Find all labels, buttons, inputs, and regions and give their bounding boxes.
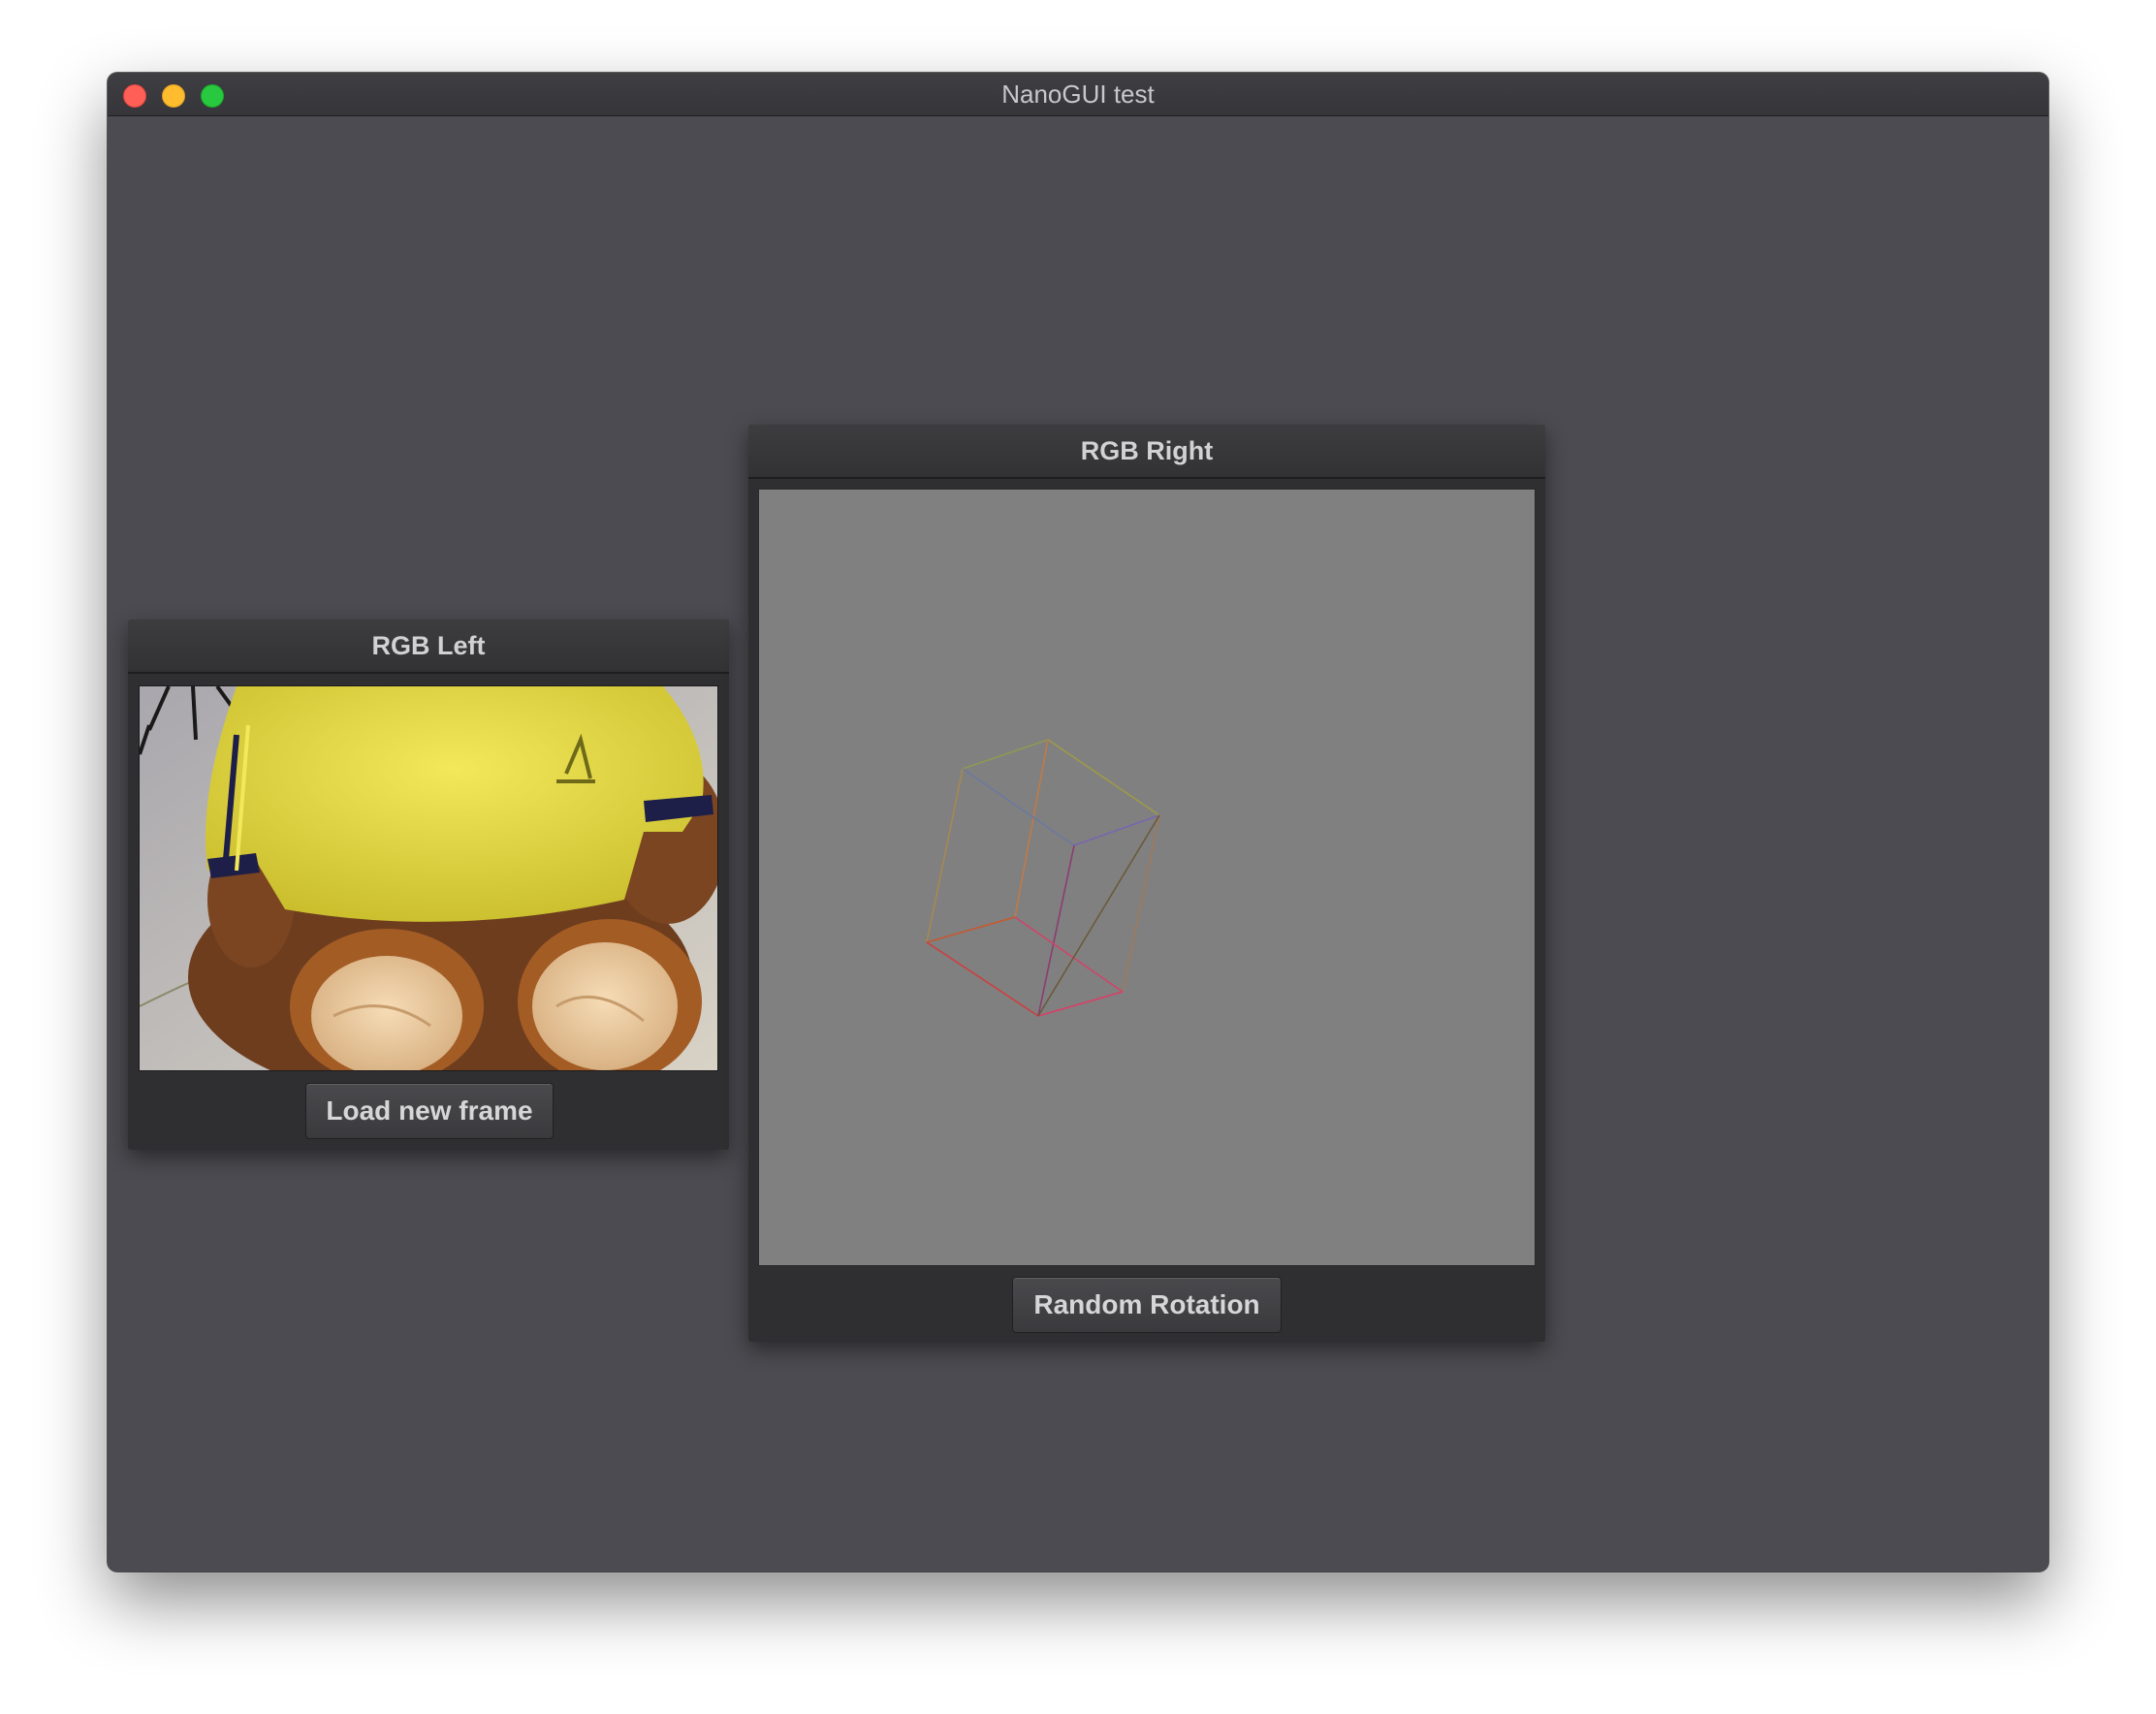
rgb-left-panel[interactable]: RGB Left Load new frame	[128, 619, 729, 1150]
title-bar[interactable]: NanoGUI test	[108, 73, 2048, 116]
rgb-left-panel-header[interactable]: RGB Left	[128, 619, 729, 674]
teddy-bear-photo	[140, 686, 717, 1070]
app-window: NanoGUI test RGB Left Load new frame RGB…	[108, 73, 2048, 1571]
rgb-right-panel[interactable]: RGB Right Random Rotation	[748, 425, 1545, 1342]
screen: NanoGUI test RGB Left Load new frame RGB…	[0, 0, 2156, 1714]
window-content: RGB Left Load new frame RGB Right Random…	[108, 116, 2048, 1571]
load-new-frame-button[interactable]: Load new frame	[305, 1083, 554, 1139]
gl-canvas[interactable]	[758, 489, 1536, 1266]
wireframe-cube-icon	[926, 739, 1160, 1017]
rgb-left-image	[139, 685, 718, 1071]
rgb-right-panel-header[interactable]: RGB Right	[748, 425, 1545, 479]
random-rotation-button[interactable]: Random Rotation	[1012, 1277, 1282, 1333]
window-title: NanoGUI test	[1001, 79, 1155, 109]
